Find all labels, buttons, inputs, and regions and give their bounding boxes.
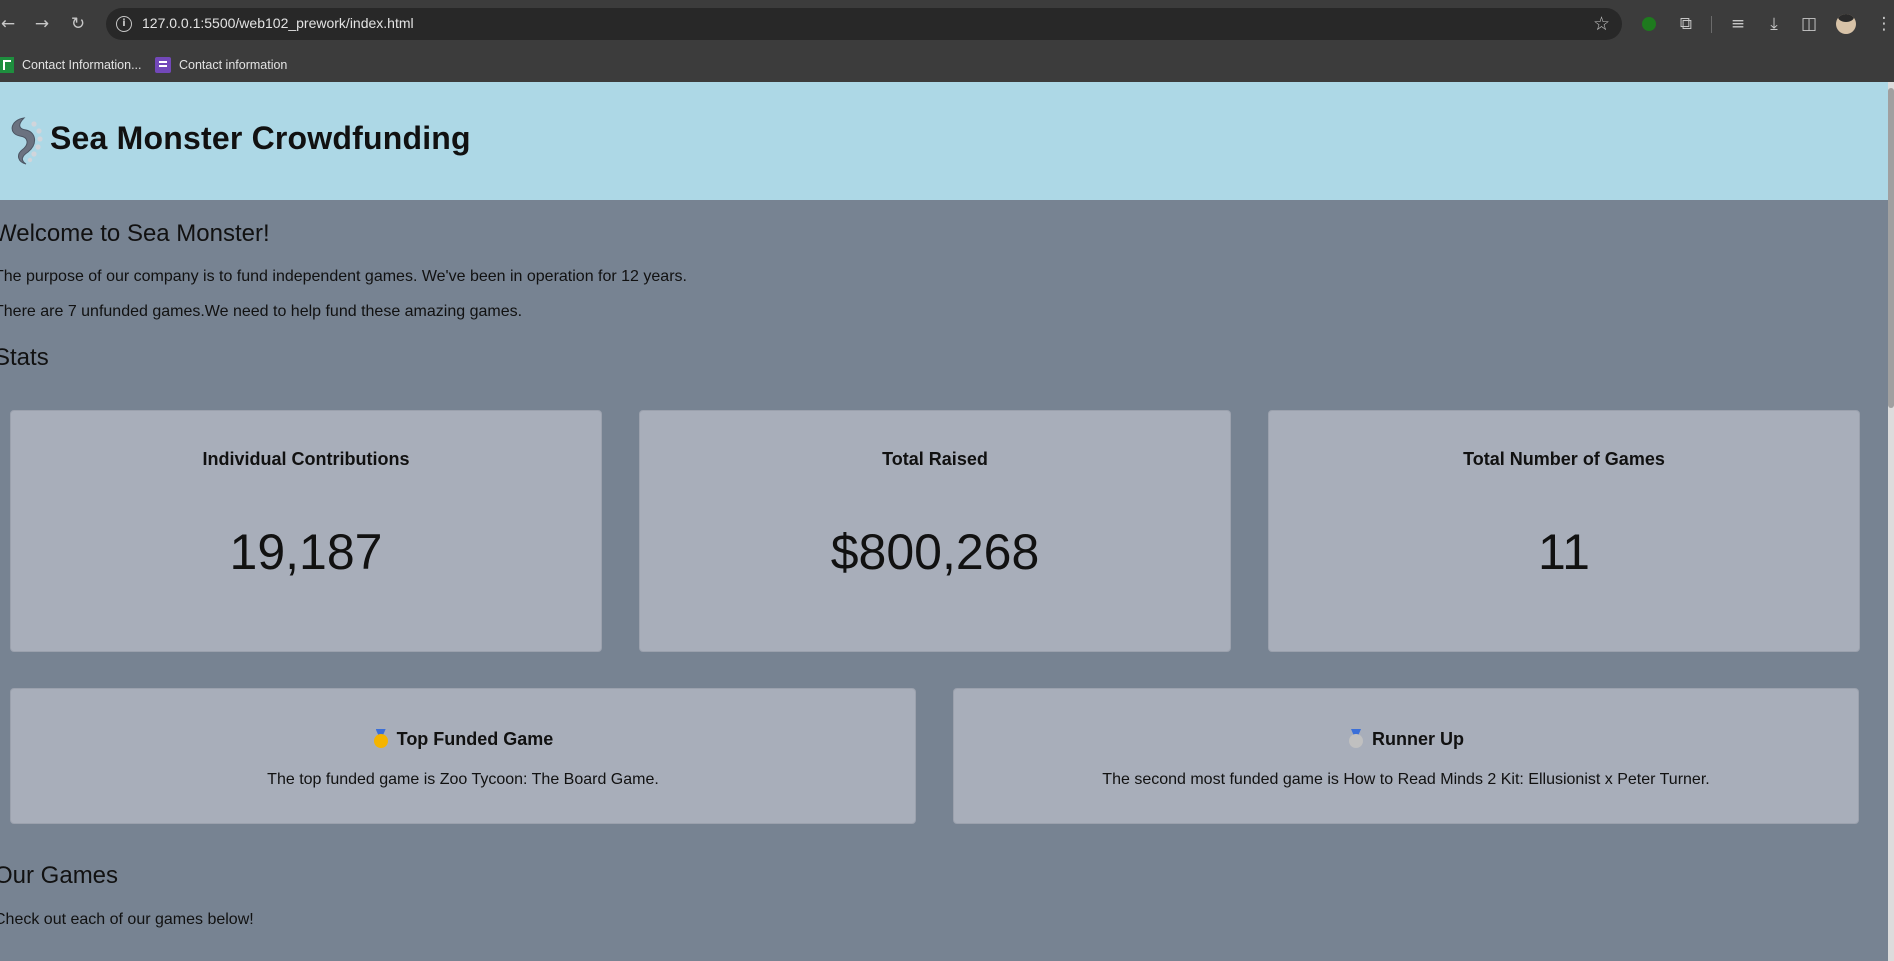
stat-value: $800,268 — [830, 524, 1040, 580]
sheets-icon — [0, 57, 14, 73]
address-bar[interactable]: i 127.0.0.1:5500/web102_prework/index.ht… — [106, 8, 1622, 40]
stat-value: 11 — [1538, 524, 1590, 580]
tentacle-logo-icon — [11, 117, 43, 165]
welcome-heading: Welcome to Sea Monster! — [0, 220, 270, 247]
bookmark-star-icon[interactable]: ☆ — [1593, 13, 1610, 35]
bookmark-label: Contact Information... — [22, 58, 142, 72]
site-header: Sea Monster Crowdfunding — [0, 82, 1888, 200]
site-info-icon[interactable]: i — [116, 16, 132, 32]
top-funded-title: Top Funded Game — [11, 729, 915, 750]
gold-medal-icon — [373, 729, 389, 748]
runner-up-label: Runner Up — [1372, 729, 1464, 749]
top-funded-card: Top Funded Game The top funded game is Z… — [10, 688, 916, 824]
stats-heading: Stats — [0, 344, 49, 371]
toolbar-divider — [1711, 16, 1712, 33]
runner-up-text: The second most funded game is How to Re… — [1102, 771, 1710, 788]
profile-avatar[interactable] — [1836, 14, 1856, 34]
bookmarks-bar: Contact Information... Contact informati… — [0, 48, 1894, 82]
reload-icon[interactable]: ↻ — [66, 12, 90, 36]
url-text[interactable]: 127.0.0.1:5500/web102_prework/index.html — [142, 15, 414, 31]
bookmark-item[interactable]: Contact information — [155, 56, 287, 74]
side-panel-icon[interactable]: ◫ — [1797, 12, 1821, 36]
stat-value: 19,187 — [229, 524, 383, 580]
games-heading: Our Games — [0, 862, 119, 889]
site-title: Sea Monster Crowdfunding — [50, 120, 471, 156]
menu-kebab-icon[interactable]: ⋮ — [1872, 12, 1894, 36]
top-funded-label: Top Funded Game — [396, 729, 554, 749]
stat-label: Total Number of Games — [1463, 449, 1665, 469]
bookmark-item[interactable]: Contact Information... — [0, 56, 142, 74]
browser-toolbar: ← → ↻ i 127.0.0.1:5500/web102_prework/in… — [0, 0, 1894, 48]
forms-icon — [155, 57, 171, 73]
games-subtitle: Check out each of our games below! — [0, 911, 254, 928]
back-arrow-icon[interactable]: ← — [0, 12, 20, 36]
bookmark-label: Contact information — [179, 58, 288, 72]
stat-card-contributions: Individual Contributions 19,187 — [10, 410, 602, 652]
purpose-text: The purpose of our company is to fund in… — [0, 268, 687, 285]
stat-label: Individual Contributions — [202, 449, 410, 469]
silver-medal-icon — [1348, 729, 1364, 748]
runner-up-card: Runner Up The second most funded game is… — [953, 688, 1859, 824]
scrollbar-thumb[interactable] — [1888, 88, 1894, 408]
stat-card-games: Total Number of Games 11 — [1268, 410, 1860, 652]
top-funded-text: The top funded game is Zoo Tycoon: The B… — [267, 771, 659, 788]
extension-icon[interactable] — [1642, 17, 1656, 31]
download-icon[interactable]: ⤓ — [1762, 12, 1786, 36]
extensions-puzzle-icon[interactable]: ⧉ — [1674, 12, 1698, 36]
forward-arrow-icon[interactable]: → — [30, 12, 54, 36]
browser-chrome: ← → ↻ i 127.0.0.1:5500/web102_prework/in… — [0, 0, 1894, 82]
unfunded-text: There are 7 unfunded games.We need to he… — [0, 303, 523, 320]
runner-up-title: Runner Up — [954, 729, 1858, 750]
media-control-icon[interactable]: ≡ — [1726, 12, 1750, 36]
stat-card-raised: Total Raised $800,268 — [639, 410, 1231, 652]
stat-label: Total Raised — [882, 449, 988, 469]
